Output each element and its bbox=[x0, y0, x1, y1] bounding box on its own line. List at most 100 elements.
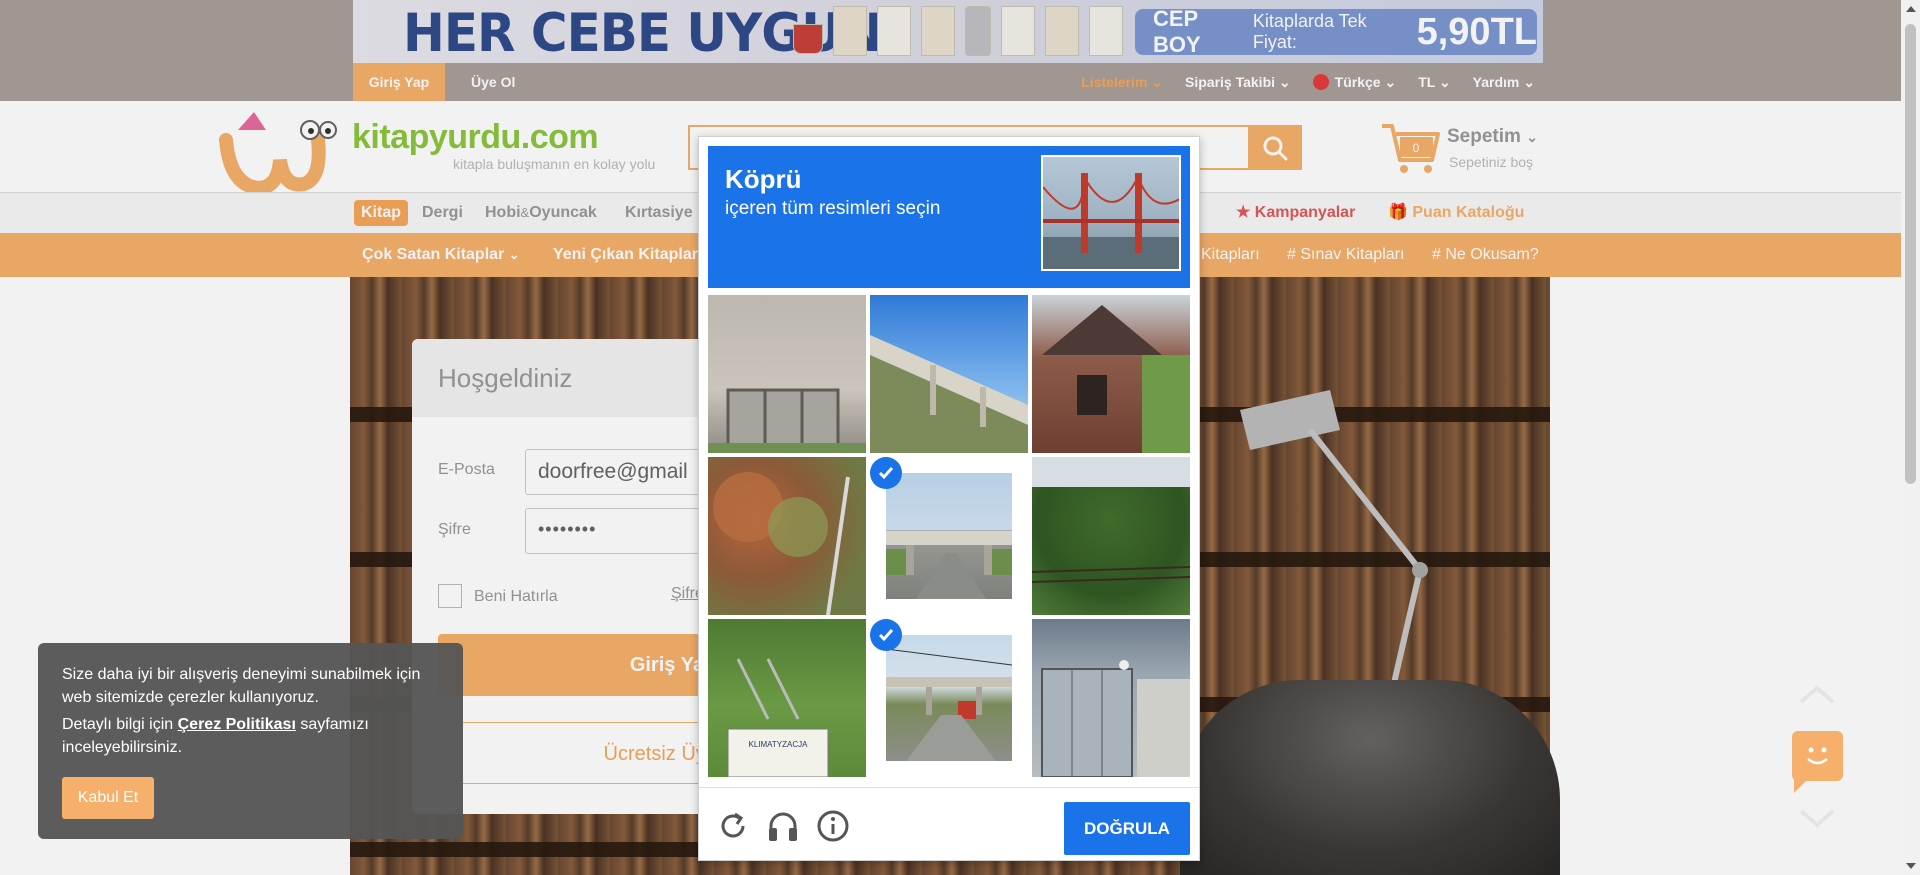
book-cover bbox=[1001, 6, 1035, 56]
cookie-detail-prefix: Detaylı bilgi için bbox=[62, 716, 174, 733]
book-cover bbox=[1089, 6, 1123, 56]
category-hobi-label: Hobi bbox=[485, 204, 521, 221]
scrollbar-down-arrow[interactable] bbox=[1906, 863, 1916, 869]
login-link[interactable]: Giriş Yap bbox=[353, 63, 445, 101]
book-cover bbox=[921, 6, 955, 56]
hash-icon: # bbox=[1432, 246, 1441, 263]
chevron-down-icon: ⌄ bbox=[1278, 73, 1291, 90]
chevron-down-icon: ⌄ bbox=[1523, 73, 1535, 90]
bestsellers-menu[interactable]: Çok Satan Kitaplar ⌄ bbox=[362, 233, 520, 277]
banner-ad[interactable]: HER CEBE UYGUN! CEP BOY Kitaplarda Tek F… bbox=[353, 0, 1543, 63]
points-catalog-link[interactable]: 🎁 Puan Kataloğu bbox=[1388, 193, 1524, 233]
captcha-tile-8[interactable] bbox=[870, 619, 1028, 777]
accept-cookies-button[interactable]: Kabul Et bbox=[62, 777, 154, 819]
order-tracking-label: Sipariş Takibi bbox=[1185, 73, 1276, 90]
cart-title[interactable]: Sepetim ⌄ bbox=[1447, 126, 1538, 148]
category-dergi[interactable]: Dergi bbox=[422, 193, 463, 233]
star-icon: ★ bbox=[1236, 204, 1251, 221]
remember-label[interactable]: Beni Hatırla bbox=[474, 588, 558, 606]
book-cover bbox=[1045, 6, 1079, 56]
book-cover bbox=[833, 6, 867, 56]
sign-text: KLIMATYZACJA bbox=[749, 740, 809, 749]
captcha-instruction: içeren tüm resimleri seçin bbox=[725, 198, 941, 219]
site-slogan: kitapla buluşmanın en kolay yolu bbox=[453, 156, 656, 172]
cart-icon[interactable]: 0 bbox=[1380, 120, 1440, 174]
captcha-tile-9[interactable] bbox=[1032, 619, 1190, 777]
currency-menu[interactable]: TL ⌄ bbox=[1418, 74, 1450, 91]
highway-overpass-image bbox=[886, 473, 1012, 599]
info-icon[interactable] bbox=[815, 808, 851, 844]
page-scrollbar[interactable] bbox=[1901, 0, 1920, 875]
register-link[interactable]: Üye Ol bbox=[457, 63, 529, 101]
site-logo-text[interactable]: kitapyurdu.com bbox=[352, 118, 599, 157]
ampersand: & bbox=[520, 205, 530, 220]
badge-price: 5,90TL bbox=[1416, 10, 1537, 53]
captcha-challenge: Köprü içeren tüm resimleri seçin KLIMATY… bbox=[698, 136, 1200, 861]
verify-button[interactable]: DOĞRULA bbox=[1064, 802, 1190, 855]
chevron-down-icon: ⌄ bbox=[1151, 73, 1164, 90]
scroll-down-icon[interactable] bbox=[1795, 803, 1839, 833]
points-catalog-label: Puan Kataloğu bbox=[1412, 204, 1525, 221]
captcha-footer: DOĞRULA bbox=[699, 787, 1199, 861]
cookie-detail: Detaylı bilgi için Çerez Politikası sayf… bbox=[62, 713, 439, 759]
captcha-tile-1[interactable] bbox=[708, 295, 866, 453]
reload-icon[interactable] bbox=[715, 808, 751, 844]
chat-button[interactable] bbox=[1792, 731, 1843, 793]
scroll-up-icon[interactable] bbox=[1795, 680, 1839, 710]
bestsellers-label: Çok Satan Kitaplar bbox=[362, 246, 505, 263]
captcha-tile-6[interactable] bbox=[1032, 457, 1190, 615]
category-kirtasiye[interactable]: Kırtasiye bbox=[625, 193, 693, 233]
top-navigation: Giriş Yap Üye Ol Listelerim ⌄ Sipariş Ta… bbox=[0, 63, 1920, 101]
category-oyuncak-label: Oyuncak bbox=[529, 204, 597, 221]
captcha-tile-5[interactable] bbox=[870, 457, 1028, 615]
brick-house-image bbox=[1032, 295, 1190, 453]
headphones-icon[interactable] bbox=[765, 808, 801, 844]
chevron-down-icon: ⌄ bbox=[1384, 73, 1397, 90]
currency-label: TL bbox=[1418, 73, 1436, 90]
turkey-flag-icon bbox=[1312, 73, 1329, 90]
hash-icon: # bbox=[1287, 246, 1296, 263]
remember-checkbox[interactable] bbox=[438, 584, 462, 608]
tag-kitaplari[interactable]: Kitapları bbox=[1201, 233, 1260, 277]
road-bridge-truck-image bbox=[885, 635, 1013, 761]
tea-glass-image bbox=[793, 24, 823, 54]
cart-count: 0 bbox=[1413, 141, 1420, 155]
cart-title-label: Sepetim bbox=[1447, 126, 1521, 147]
logo-icon[interactable] bbox=[218, 100, 338, 192]
new-books-menu[interactable]: Yeni Çıkan Kitaplar bbox=[553, 233, 698, 277]
captcha-tile-7[interactable]: KLIMATYZACJA bbox=[708, 619, 866, 777]
order-tracking-menu[interactable]: Sipariş Takibi ⌄ bbox=[1185, 74, 1291, 91]
search-button[interactable] bbox=[1248, 125, 1302, 170]
language-menu[interactable]: Türkçe ⌄ bbox=[1312, 73, 1397, 91]
selected-check-icon bbox=[870, 619, 902, 651]
search-icon bbox=[1263, 136, 1288, 160]
category-kitap[interactable]: Kitap bbox=[354, 200, 408, 226]
help-menu[interactable]: Yardım ⌄ bbox=[1473, 74, 1535, 91]
cookie-notice: Size daha iyi bir alışveriş deneyimi sun… bbox=[38, 643, 463, 839]
my-lists-menu[interactable]: Listelerim ⌄ bbox=[1081, 74, 1163, 91]
cookie-policy-link[interactable]: Çerez Politikası bbox=[178, 716, 296, 733]
book-cover bbox=[877, 6, 911, 56]
chevron-down-icon: ⌄ bbox=[508, 247, 520, 262]
scrollbar-thumb[interactable] bbox=[1905, 24, 1916, 484]
captcha-tile-3[interactable] bbox=[1032, 295, 1190, 453]
badge-brand: CEP BOY bbox=[1153, 6, 1201, 57]
gate-fence-image bbox=[1032, 619, 1190, 777]
top-banner[interactable]: HER CEBE UYGUN! CEP BOY Kitaplarda Tek F… bbox=[0, 0, 1920, 63]
captcha-tile-4[interactable] bbox=[708, 457, 866, 615]
badge-text: Kitaplarda Tek Fiyat: bbox=[1252, 11, 1367, 52]
captcha-keyword: Köprü bbox=[725, 164, 802, 194]
category-hobi-oyuncak[interactable]: Hobi&Oyuncak bbox=[485, 193, 597, 233]
help-label: Yardım bbox=[1472, 73, 1520, 90]
captcha-tile-2[interactable] bbox=[870, 295, 1028, 453]
garden-sign-image: KLIMATYZACJA bbox=[708, 619, 866, 777]
scrollbar-up-arrow[interactable] bbox=[1906, 6, 1916, 12]
captcha-sample-image bbox=[1041, 155, 1181, 271]
campaigns-link[interactable]: ★ Kampanyalar bbox=[1236, 193, 1355, 233]
tag-ne-okusam[interactable]: # Ne Okusam? bbox=[1432, 233, 1539, 277]
smiley-chat-icon bbox=[1794, 747, 1828, 793]
selected-check-icon bbox=[870, 457, 902, 489]
autumn-trees-image bbox=[708, 457, 866, 615]
gift-icon: 🎁 bbox=[1388, 204, 1408, 221]
tag-sinav-kitaplari[interactable]: # Sınav Kitapları bbox=[1287, 233, 1404, 277]
